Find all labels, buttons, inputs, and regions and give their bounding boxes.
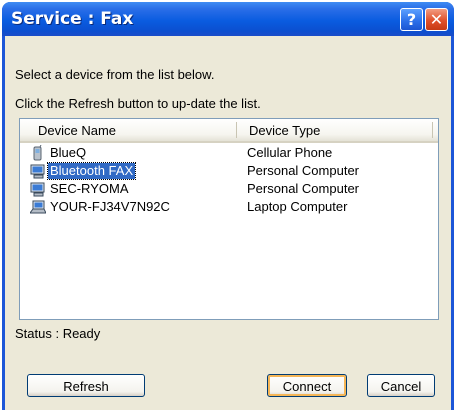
device-type: Laptop Computer: [247, 199, 348, 214]
refresh-button[interactable]: Refresh: [27, 374, 145, 397]
status-text: Status : Ready: [15, 326, 101, 341]
device-type: Cellular Phone: [247, 145, 333, 160]
device-name: BlueQ: [50, 145, 87, 160]
instruction-refresh: Click the Refresh button to up-date the …: [15, 96, 261, 111]
list-header: Device Name Device Type: [20, 119, 438, 143]
connect-button[interactable]: Connect: [267, 374, 347, 397]
column-divider[interactable]: [236, 122, 237, 138]
device-name: Bluetooth FAX: [46, 162, 137, 180]
column-device-name[interactable]: Device Name: [38, 123, 116, 138]
help-button[interactable]: ?: [400, 8, 423, 31]
instruction-select: Select a device from the list below.: [15, 67, 215, 82]
title-bar[interactable]: Service : Fax ? ✕: [2, 2, 454, 36]
cellphone-icon: [33, 145, 42, 161]
device-list[interactable]: Device Name Device Type BlueQ Cellular P…: [19, 118, 439, 320]
list-item[interactable]: BlueQ Cellular Phone: [20, 144, 438, 162]
computer-icon: [30, 182, 45, 197]
device-type: Personal Computer: [247, 181, 359, 196]
cancel-button[interactable]: Cancel: [367, 374, 435, 397]
computer-icon: [30, 164, 45, 179]
device-type: Personal Computer: [247, 163, 359, 178]
fax-service-dialog: Service : Fax ? ✕ Select a device from t…: [2, 2, 454, 410]
list-item[interactable]: SEC-RYOMA Personal Computer: [20, 180, 438, 198]
column-device-type[interactable]: Device Type: [249, 123, 320, 138]
device-name: SEC-RYOMA: [50, 181, 129, 196]
column-divider[interactable]: [432, 122, 433, 138]
window-title: Service : Fax: [11, 9, 134, 29]
device-name: YOUR-FJ34V7N92C: [50, 199, 170, 214]
close-button[interactable]: ✕: [425, 8, 448, 31]
dialog-body: Select a device from the list below. Cli…: [5, 36, 451, 410]
list-item[interactable]: YOUR-FJ34V7N92C Laptop Computer: [20, 198, 438, 216]
laptop-icon: [30, 200, 46, 214]
list-item[interactable]: Bluetooth FAX Personal Computer: [20, 162, 438, 180]
